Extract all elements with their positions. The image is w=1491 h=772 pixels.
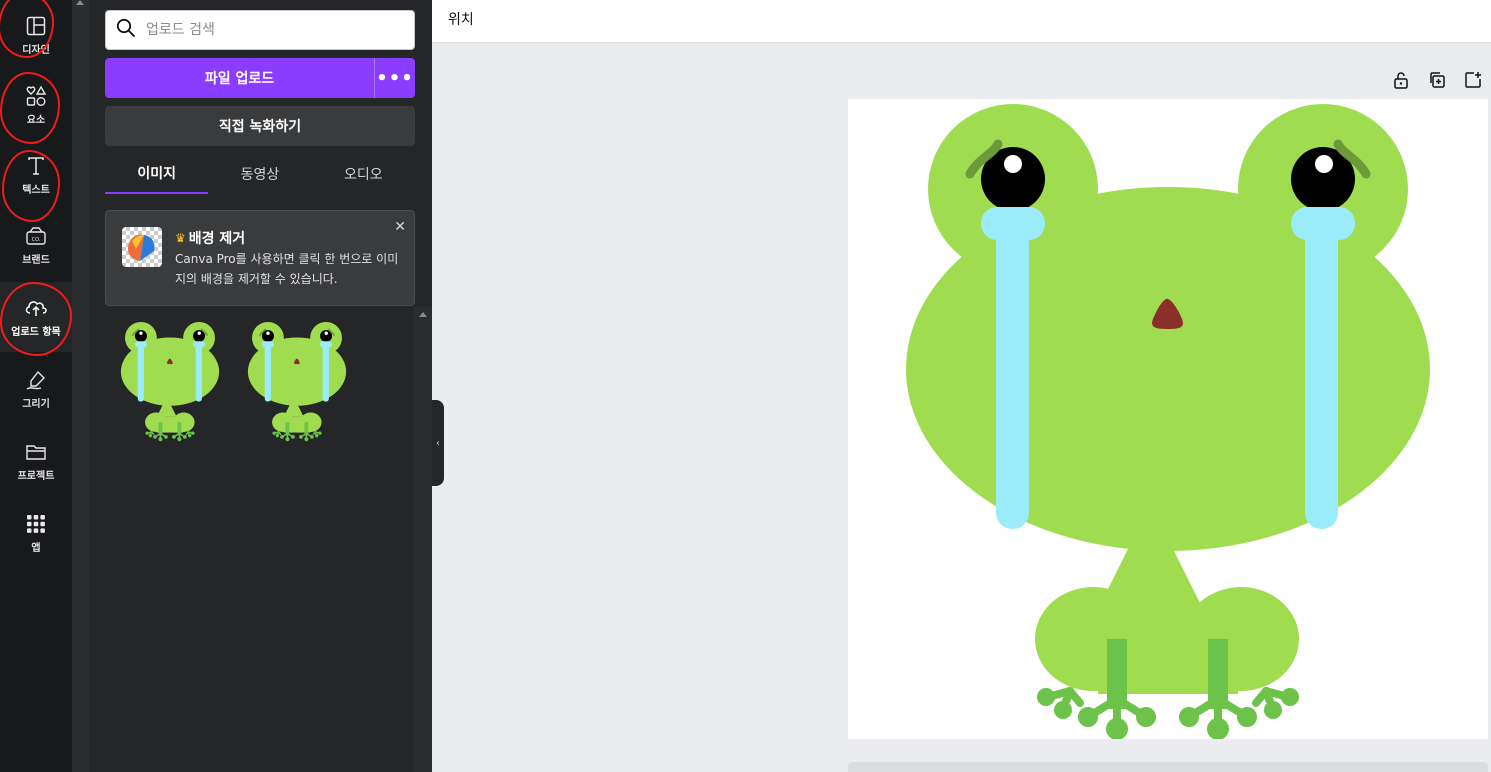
uploads-panel: 파일 업로드 ••• 직접 녹화하기 이미지 동영상 오디오 ♛ 배경 제거 C…: [89, 0, 432, 772]
design-page[interactable]: [848, 99, 1488, 739]
rail-item-uploads[interactable]: 업로드 항목: [0, 282, 72, 352]
upload-file-button-group: 파일 업로드 •••: [105, 58, 415, 98]
shapes-icon: [24, 84, 48, 108]
page-tools: [1375, 70, 1483, 90]
promo-title: ♛ 배경 제거: [175, 228, 245, 248]
tab-audio[interactable]: 오디오: [312, 154, 415, 194]
rail-item-elements[interactable]: 요소: [0, 70, 72, 140]
rail-item-text[interactable]: 텍스트: [0, 140, 72, 210]
search-icon: [116, 18, 136, 42]
record-yourself-button[interactable]: 직접 녹화하기: [105, 106, 415, 146]
rail-scrollbar[interactable]: [72, 0, 89, 772]
upload-file-button[interactable]: 파일 업로드: [105, 58, 374, 98]
close-icon[interactable]: ✕: [394, 219, 406, 235]
promo-description: Canva Pro를 사용하면 클릭 한 번으로 이미지의 배경을 제거할 수 …: [175, 252, 399, 286]
background-remover-promo[interactable]: ♛ 배경 제거 Canva Pro를 사용하면 클릭 한 번으로 이미지의 배경…: [105, 210, 415, 306]
collapse-panel-handle[interactable]: ‹: [432, 400, 444, 486]
search-input[interactable]: [146, 22, 386, 38]
rail-item-projects[interactable]: 프로젝트: [0, 426, 72, 496]
promo-title-text: 배경 제거: [188, 231, 246, 247]
folder-icon: [24, 440, 48, 464]
apps-grid-icon: [24, 512, 48, 536]
canva-editor: 디자인 요소 텍스트 CO. 브랜드 업로드 항목 그리기 프로젝트 앱 업로드…: [0, 0, 1491, 772]
media-tabs: 이미지 동영상 오디오: [105, 154, 415, 194]
add-page-icon[interactable]: [1463, 70, 1483, 90]
scroll-up-arrow-icon[interactable]: [76, 0, 84, 5]
svg-text:CO.: CO.: [32, 237, 41, 243]
text-icon: [24, 154, 48, 178]
layout-icon: [24, 14, 48, 38]
editor-toolbar: 위치: [432, 0, 1491, 43]
rail-label: 요소: [26, 115, 46, 126]
rail-item-apps[interactable]: 앱: [0, 498, 72, 568]
uploaded-image-thumbnail[interactable]: [110, 317, 230, 445]
crying-frog-image[interactable]: [848, 99, 1488, 739]
rail-label: 앱: [31, 543, 41, 554]
search-box[interactable]: [105, 10, 415, 50]
chevron-left-icon: ‹: [436, 437, 440, 449]
tab-images[interactable]: 이미지: [105, 154, 209, 194]
rail-label: 디자인: [22, 45, 50, 56]
rail-label: 브랜드: [22, 255, 50, 266]
more-options-button[interactable]: •••: [374, 58, 415, 98]
rail-item-draw[interactable]: 그리기: [0, 354, 72, 424]
rail-label: 업로드 항목: [11, 327, 61, 338]
duplicate-page-icon[interactable]: [1427, 70, 1447, 90]
next-page-preview[interactable]: [848, 762, 1488, 772]
uploaded-image-thumbnail[interactable]: [237, 317, 357, 445]
promo-thumbnail: [122, 227, 162, 267]
rail-label: 텍스트: [22, 185, 50, 196]
rail-label: 그리기: [22, 399, 50, 410]
cloud-upload-icon: [24, 296, 48, 320]
scroll-up-arrow-icon[interactable]: [419, 312, 427, 317]
panel-scrollbar[interactable]: [414, 306, 432, 772]
brand-icon: CO.: [24, 224, 48, 248]
draw-icon: [24, 368, 48, 392]
left-rail: 디자인 요소 텍스트 CO. 브랜드 업로드 항목 그리기 프로젝트 앱: [0, 0, 72, 772]
crown-icon: ♛: [175, 231, 186, 245]
lock-icon[interactable]: [1391, 70, 1411, 90]
position-button[interactable]: 위치: [448, 9, 474, 29]
tab-videos[interactable]: 동영상: [208, 154, 311, 194]
rail-label: 프로젝트: [17, 471, 55, 482]
rail-item-brand[interactable]: CO. 브랜드: [0, 210, 72, 280]
rail-item-design[interactable]: 디자인: [0, 0, 72, 70]
